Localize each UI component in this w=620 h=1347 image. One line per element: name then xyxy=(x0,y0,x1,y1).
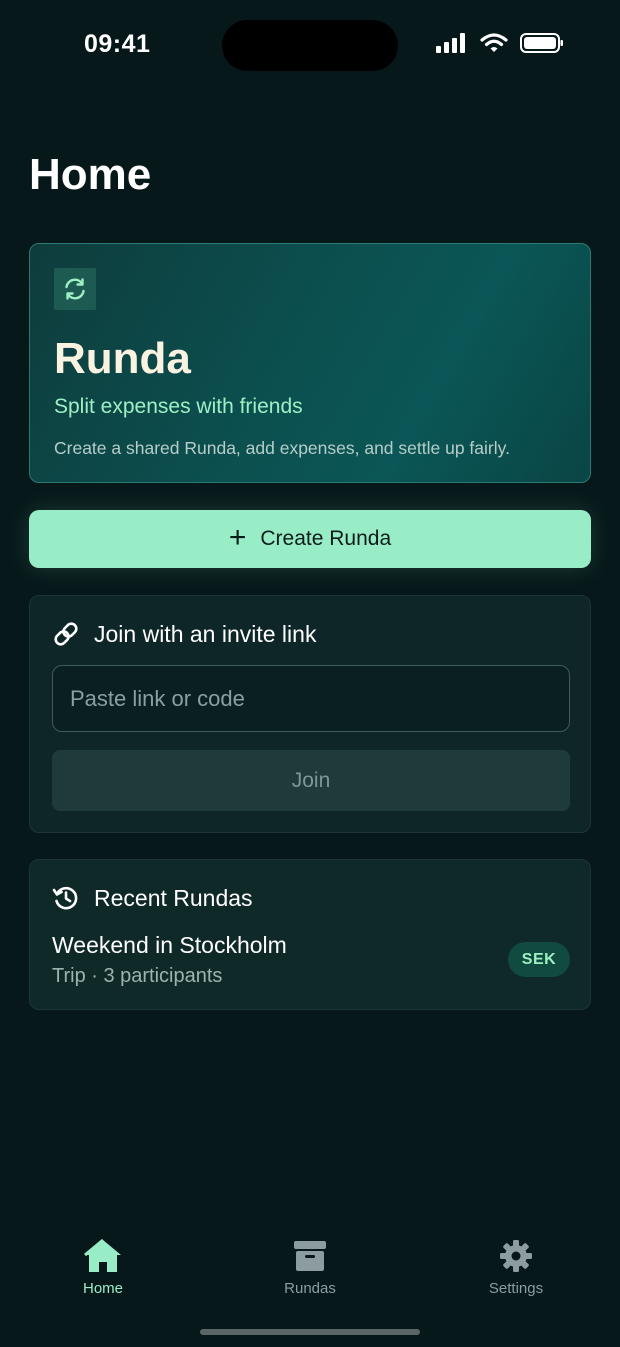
hero-title: Runda xyxy=(54,334,191,383)
status-time: 09:41 xyxy=(84,30,151,58)
tab-rundas-label: Rundas xyxy=(284,1280,336,1297)
hero-subtitle: Split expenses with friends xyxy=(54,395,303,418)
join-button[interactable]: Join xyxy=(52,750,570,811)
tab-home-label: Home xyxy=(82,1280,123,1297)
archive-icon xyxy=(294,1241,326,1271)
list-item[interactable]: Weekend in Stockholm Trip · 3 participan… xyxy=(52,932,570,992)
tab-home[interactable]: Home xyxy=(33,1238,173,1297)
home-indicator xyxy=(200,1329,420,1335)
refresh-icon xyxy=(54,268,96,310)
tab-settings-label: Settings xyxy=(488,1280,544,1297)
runda-title: Weekend in Stockholm xyxy=(52,932,287,958)
status-bar: 09:41 xyxy=(0,0,620,90)
link-icon xyxy=(54,622,78,646)
recent-title: Recent Rundas xyxy=(94,884,253,911)
wifi-icon xyxy=(480,33,508,52)
cellular-signal-icon xyxy=(436,33,465,53)
join-card: Join with an invite link Join xyxy=(29,595,591,833)
runda-meta: Trip · 3 participants xyxy=(52,965,223,987)
status-icons xyxy=(436,33,564,53)
currency-badge: SEK xyxy=(508,942,570,977)
tab-rundas[interactable]: Rundas xyxy=(240,1238,380,1297)
hero-description: Create a shared Runda, add expenses, and… xyxy=(54,438,510,458)
join-header: Join with an invite link xyxy=(52,620,316,648)
history-icon xyxy=(52,886,78,910)
tab-settings[interactable]: Settings xyxy=(446,1238,586,1297)
recent-header: Recent Rundas xyxy=(52,884,253,912)
home-icon xyxy=(84,1238,121,1272)
tab-bar: Home Rundas Settings xyxy=(0,1220,620,1347)
page-title: Home xyxy=(29,150,152,199)
create-runda-button[interactable]: + Create Runda xyxy=(29,510,591,568)
recent-rundas-card: Recent Rundas Weekend in Stockholm Trip … xyxy=(29,859,591,1010)
plus-icon: + xyxy=(228,520,247,554)
dynamic-island xyxy=(222,20,398,71)
create-runda-label: Create Runda xyxy=(260,527,392,550)
invite-link-input[interactable] xyxy=(52,665,570,732)
battery-icon xyxy=(520,33,563,53)
hero-card: Runda Split expenses with friends Create… xyxy=(29,243,591,483)
gear-icon xyxy=(500,1240,532,1272)
join-title: Join with an invite link xyxy=(94,620,317,647)
